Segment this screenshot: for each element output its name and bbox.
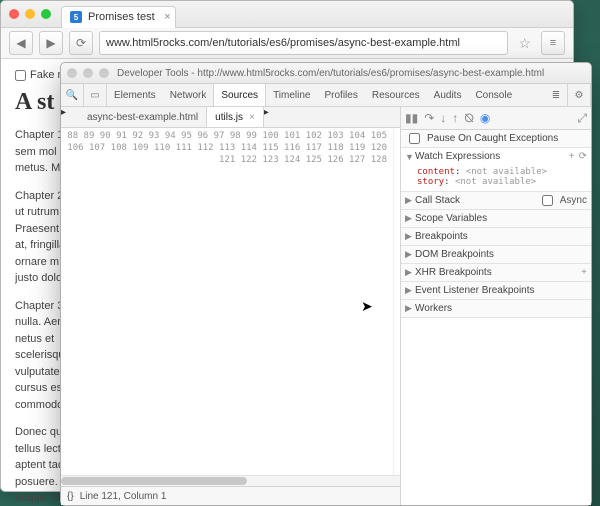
window-controls	[9, 9, 51, 19]
pause-on-caught-row[interactable]: Pause On Caught Exceptions	[401, 130, 591, 147]
line-gutter: 88 89 90 91 92 93 94 95 96 97 98 99 100 …	[61, 128, 394, 475]
menu-icon[interactable]: ≡	[541, 31, 565, 55]
watch-body: content: <not available> story: <not ava…	[401, 165, 591, 191]
pause-on-caught-checkbox[interactable]	[409, 133, 420, 144]
tab-sources[interactable]: Sources	[213, 84, 266, 106]
tab-resources[interactable]: Resources	[365, 84, 427, 106]
maximize-window-button[interactable]	[41, 9, 51, 19]
tab-profiles[interactable]: Profiles	[317, 84, 364, 106]
step-over-icon[interactable]: ↷	[424, 111, 434, 125]
cursor-position: Line 121, Column 1	[80, 491, 167, 502]
refresh-watch-icon[interactable]: ⟳	[579, 151, 587, 162]
show-navigator-icon[interactable]: ▸	[61, 107, 79, 127]
tab-elements[interactable]: Elements	[107, 84, 163, 106]
show-console-icon[interactable]: ≣	[545, 84, 568, 106]
close-window-button[interactable]	[9, 9, 19, 19]
nav-forward-button[interactable]: ▶	[39, 31, 63, 55]
sources-statusbar: {} Line 121, Column 1	[61, 486, 400, 505]
devtools-panel-tabs: 🔍 ▭ Elements Network Sources Timeline Pr…	[61, 84, 591, 107]
tab-audits[interactable]: Audits	[427, 84, 469, 106]
file-tab-overflow-icon[interactable]: ▸	[264, 107, 282, 127]
pause-on-exceptions-icon[interactable]: ◉	[480, 111, 490, 125]
call-stack-header[interactable]: ▶Call Stack Async	[401, 192, 591, 209]
watch-expressions-header[interactable]: ▼Watch Expressions + ⟳	[401, 148, 591, 165]
minimize-window-button[interactable]	[25, 9, 35, 19]
close-devtools-button[interactable]	[67, 68, 77, 78]
add-xhr-bp-icon[interactable]: +	[581, 267, 587, 278]
favicon-icon: 5	[70, 11, 82, 23]
url-text: www.html5rocks.com/en/tutorials/es6/prom…	[106, 37, 460, 49]
devtools-titlebar: Developer Tools - http://www.html5rocks.…	[61, 63, 591, 84]
step-out-icon[interactable]: ↑	[452, 111, 458, 125]
add-watch-icon[interactable]: +	[569, 151, 575, 162]
browser-toolbar: ◀ ▶ ⟳ www.html5rocks.com/en/tutorials/es…	[1, 28, 573, 59]
code-editor[interactable]: 88 89 90 91 92 93 94 95 96 97 98 99 100 …	[61, 128, 400, 475]
device-mode-icon[interactable]: ▭	[84, 84, 107, 106]
browser-titlebar: 5 Promises test ×	[1, 1, 573, 28]
maximize-devtools-button[interactable]	[99, 68, 109, 78]
file-tab-utils[interactable]: utils.js×	[207, 107, 264, 127]
horizontal-scrollbar[interactable]	[61, 475, 400, 486]
sources-panel: ▸ async-best-example.html utils.js× ▸ 88…	[61, 107, 401, 505]
tab-title: Promises test	[88, 11, 155, 23]
scope-variables-header[interactable]: ▶Scope Variables	[401, 210, 591, 227]
close-file-icon[interactable]: ×	[249, 112, 255, 123]
devtools-window: Developer Tools - http://www.html5rocks.…	[60, 62, 592, 506]
workers-header[interactable]: ▶Workers	[401, 300, 591, 317]
nav-reload-button[interactable]: ⟳	[69, 31, 93, 55]
deactivate-bp-icon[interactable]: ⦰	[464, 111, 474, 126]
dom-breakpoints-header[interactable]: ▶DOM Breakpoints	[401, 246, 591, 263]
breakpoints-header[interactable]: ▶Breakpoints	[401, 228, 591, 245]
url-input[interactable]: www.html5rocks.com/en/tutorials/es6/prom…	[99, 31, 508, 55]
nav-back-button[interactable]: ◀	[9, 31, 33, 55]
debugger-sidebar: ▮▮ ↷ ↓ ↑ ⦰ ◉ ⤢ Pause On Caught Exception…	[401, 107, 591, 505]
event-listener-bp-header[interactable]: ▶Event Listener Breakpoints	[401, 282, 591, 299]
settings-icon[interactable]: ⚙	[568, 84, 591, 106]
devtools-title-text: Developer Tools - http://www.html5rocks.…	[117, 68, 544, 79]
tab-console[interactable]: Console	[468, 84, 519, 106]
minimize-devtools-button[interactable]	[83, 68, 93, 78]
async-checkbox[interactable]	[542, 195, 553, 206]
tab-network[interactable]: Network	[163, 84, 214, 106]
tab-timeline[interactable]: Timeline	[266, 84, 317, 106]
file-tab-html[interactable]: async-best-example.html	[79, 107, 207, 127]
close-tab-icon[interactable]: ×	[164, 11, 170, 23]
pretty-print-icon[interactable]: {}	[67, 491, 74, 502]
collapse-sidebar-icon[interactable]: ⤢	[577, 111, 587, 126]
browser-tab[interactable]: 5 Promises test ×	[61, 6, 176, 28]
file-tab-strip: ▸ async-best-example.html utils.js× ▸	[61, 107, 400, 128]
bookmark-star-icon[interactable]: ☆	[514, 35, 535, 52]
mouse-cursor-icon: ➤	[361, 298, 373, 315]
pause-icon[interactable]: ▮▮	[405, 111, 418, 125]
fake-delay-checkbox[interactable]	[15, 70, 26, 81]
xhr-breakpoints-header[interactable]: ▶XHR Breakpoints+	[401, 264, 591, 281]
debugger-controls: ▮▮ ↷ ↓ ↑ ⦰ ◉ ⤢	[401, 107, 591, 130]
step-into-icon[interactable]: ↓	[440, 111, 446, 125]
inspect-icon[interactable]: 🔍	[61, 84, 84, 106]
code-text[interactable]: var waitTime = 3000 * Math.random() * fa…	[394, 128, 400, 475]
